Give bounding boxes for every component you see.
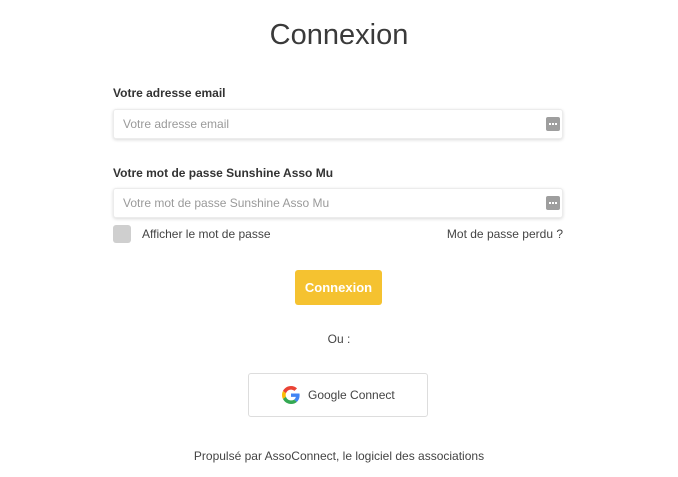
login-button[interactable]: Connexion xyxy=(295,270,382,305)
email-field-wrapper xyxy=(113,109,563,139)
page-title: Connexion xyxy=(269,19,409,51)
email-label: Votre adresse email xyxy=(113,86,226,100)
password-label: Votre mot de passe Sunshine Asso Mu xyxy=(113,166,334,180)
footer-text: Propulsé par AssoConnect, le logiciel de… xyxy=(193,449,485,463)
google-connect-label: Google Connect xyxy=(308,388,395,402)
show-password-checkbox[interactable] xyxy=(113,225,131,243)
forgot-password-link[interactable]: Mot de passe perdu ? xyxy=(447,227,563,241)
google-connect-button[interactable]: Google Connect xyxy=(248,373,428,417)
password-field[interactable] xyxy=(114,189,534,217)
password-field-wrapper xyxy=(113,188,563,218)
login-page: Connexion Votre adresse email Votre mot … xyxy=(0,0,678,477)
password-manager-icon[interactable] xyxy=(546,196,560,210)
password-manager-icon[interactable] xyxy=(546,117,560,131)
show-password-label[interactable]: Afficher le mot de passe xyxy=(142,227,271,241)
google-g-icon xyxy=(282,386,300,404)
email-field[interactable] xyxy=(114,110,534,138)
or-separator: Ou : xyxy=(327,332,351,346)
